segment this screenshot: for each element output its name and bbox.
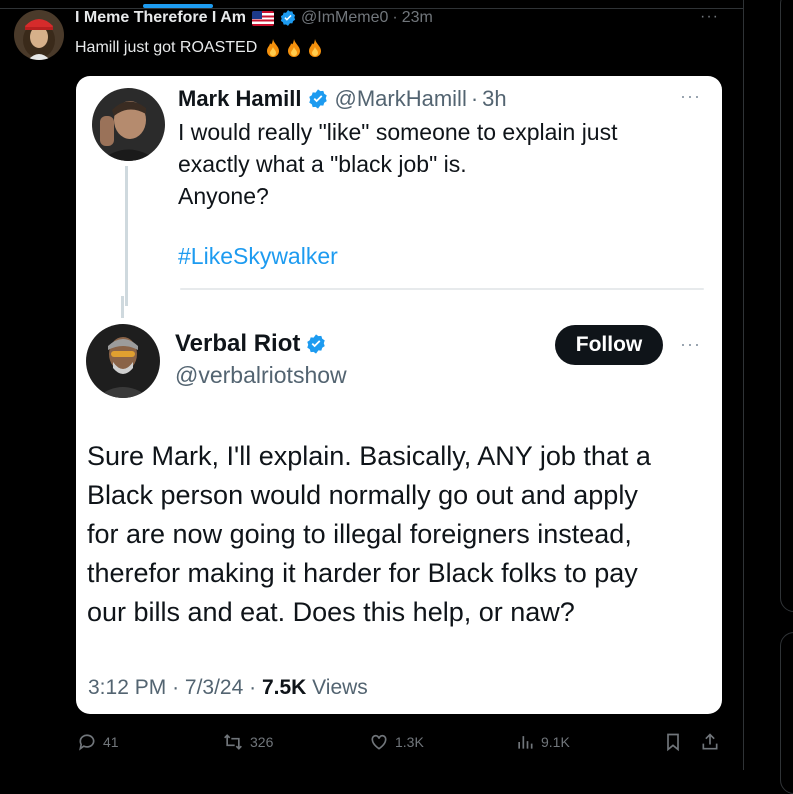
separator-dot: · bbox=[172, 676, 185, 699]
post-text: Hamill just got ROASTED bbox=[75, 38, 324, 58]
separator-dot: · bbox=[249, 676, 262, 699]
quoted-handle: @MarkHamill bbox=[334, 86, 467, 111]
more-options-icon: ··· bbox=[680, 334, 701, 354]
follow-button: Follow bbox=[555, 325, 663, 365]
bookmark-icon bbox=[667, 733, 679, 752]
reply-button[interactable]: 41 bbox=[77, 732, 119, 752]
author-handle[interactable]: @ImMeme0 bbox=[301, 9, 388, 27]
more-options-icon[interactable]: ··· bbox=[700, 8, 719, 26]
quoted-header: Mark Hamill @MarkHamill · 3h bbox=[178, 86, 507, 112]
reply-icon bbox=[79, 734, 95, 751]
reply-views-label: Views bbox=[312, 676, 368, 699]
bookmark-button[interactable] bbox=[663, 732, 683, 752]
share-icon bbox=[702, 733, 718, 750]
like-button[interactable]: 1.3K bbox=[369, 732, 424, 752]
verified-badge-icon bbox=[307, 334, 326, 354]
reply-header: Verbal Riot bbox=[175, 330, 327, 358]
reply-text: Sure Mark, I'll explain. Basically, ANY … bbox=[87, 441, 651, 627]
reply-views-count: 7.5K bbox=[261, 676, 307, 699]
reply-handle: @verbalriotshow bbox=[175, 362, 347, 388]
separator-dot: · bbox=[392, 9, 398, 26]
divider bbox=[180, 288, 704, 290]
quoted-avatar bbox=[92, 88, 165, 161]
post-header: I Meme Therefore I Am @ImMeme0 · 23m bbox=[75, 9, 433, 27]
sidebar-card bbox=[780, 0, 793, 612]
reply-count: 41 bbox=[103, 734, 119, 750]
repost-icon bbox=[224, 734, 242, 750]
more-options-icon: ··· bbox=[680, 86, 701, 106]
reply-date: 7/3/24 bbox=[184, 676, 244, 699]
fire-icon bbox=[267, 39, 280, 57]
reply-meta: 3:12 PM · 7/3/24 · 7.5K Views bbox=[88, 676, 368, 700]
avatar[interactable] bbox=[14, 10, 64, 60]
repost-count: 326 bbox=[250, 734, 274, 750]
thread-line bbox=[121, 296, 124, 318]
author-name[interactable]: I Meme Therefore I Am bbox=[75, 9, 246, 27]
share-button[interactable] bbox=[700, 732, 720, 752]
hashtag: #LikeSkywalker bbox=[178, 243, 338, 269]
verified-badge-icon bbox=[308, 89, 327, 109]
separator-dot: · bbox=[470, 86, 479, 111]
repost-button[interactable]: 326 bbox=[222, 732, 273, 752]
quoted-text: I would really "like" someone to explain… bbox=[178, 119, 618, 209]
verified-badge-icon bbox=[280, 10, 296, 26]
reply-name: Verbal Riot bbox=[175, 330, 301, 357]
quoted-time: 3h bbox=[482, 86, 507, 111]
action-bar: 41 326 1.3K 9.1K bbox=[0, 732, 743, 756]
quoted-name: Mark Hamill bbox=[178, 86, 302, 111]
column-border bbox=[743, 0, 744, 770]
reply-time: 3:12 PM bbox=[88, 676, 167, 699]
like-count: 1.3K bbox=[395, 734, 424, 750]
thread-line bbox=[125, 166, 128, 306]
post-text-content: Hamill just got ROASTED bbox=[75, 39, 258, 56]
views-button[interactable]: 9.1K bbox=[515, 732, 570, 752]
views-icon bbox=[518, 736, 533, 749]
reply-avatar bbox=[86, 324, 160, 398]
views-count: 9.1K bbox=[541, 734, 570, 750]
attached-image[interactable]: Mark Hamill @MarkHamill · 3h ··· I would… bbox=[76, 76, 722, 714]
fire-icon bbox=[309, 39, 322, 57]
fire-icon bbox=[288, 39, 301, 57]
us-flag-icon bbox=[252, 10, 275, 26]
like-icon bbox=[371, 734, 387, 750]
post-time[interactable]: 23m bbox=[402, 9, 433, 27]
